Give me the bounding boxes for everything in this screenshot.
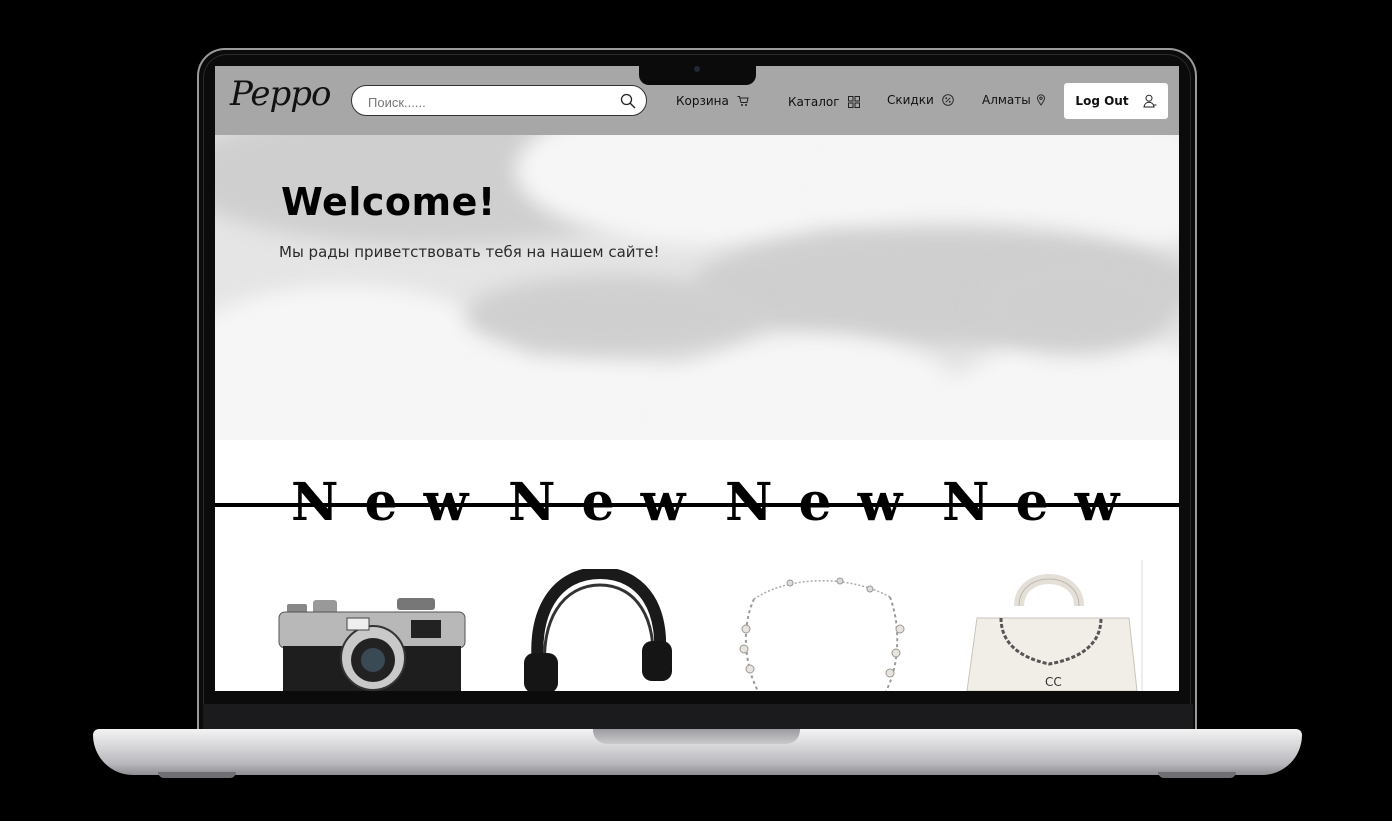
new-label: New xyxy=(725,472,929,533)
nav-cart-label: Корзина xyxy=(676,94,729,108)
handbag-icon: CC xyxy=(966,560,1143,691)
laptop-base-notch xyxy=(593,729,800,744)
new-arrivals-banner: New New New New xyxy=(215,440,1179,560)
location-pin-icon xyxy=(1036,94,1045,106)
logout-button[interactable]: Log Out xyxy=(1064,83,1168,119)
webcam-icon xyxy=(694,66,700,72)
nav-sale-label: Скидки xyxy=(887,93,934,107)
site-logo[interactable]: Peppo xyxy=(230,74,331,114)
headphones-icon xyxy=(524,566,672,691)
hero-banner: Welcome! Мы рады приветствовать тебя на … xyxy=(215,135,1179,440)
laptop-chin xyxy=(203,704,1193,732)
user-icon xyxy=(1142,94,1157,108)
camera-notch xyxy=(639,62,756,85)
search-icon[interactable] xyxy=(620,93,636,109)
necklace-icon xyxy=(739,577,905,691)
new-label: New xyxy=(942,472,1146,533)
nav-catalog[interactable]: Каталог xyxy=(788,95,860,109)
svg-text:CC: CC xyxy=(1045,675,1062,689)
cart-icon xyxy=(737,96,749,106)
product-card-headphones[interactable] xyxy=(518,566,674,691)
website-screen: Peppo Корзина Каталог xyxy=(215,66,1179,691)
search-input[interactable] xyxy=(366,92,610,112)
new-label: New xyxy=(291,472,495,533)
new-label: New xyxy=(508,472,712,533)
nav-catalog-label: Каталог xyxy=(788,95,840,109)
grid-icon xyxy=(847,96,860,108)
hero-title: Welcome! xyxy=(281,180,496,224)
camera-icon xyxy=(278,598,466,691)
product-card-necklace[interactable] xyxy=(730,569,920,691)
logout-label: Log Out xyxy=(1075,94,1129,108)
nav-city-label: Алматы xyxy=(982,93,1031,107)
nav-cart[interactable]: Корзина xyxy=(676,94,749,108)
hero-subtitle: Мы рады приветствовать тебя на нашем сай… xyxy=(279,243,660,261)
laptop-foot-right xyxy=(1158,772,1236,778)
discount-icon xyxy=(942,94,954,106)
nav-city[interactable]: Алматы xyxy=(982,93,1047,107)
product-card-handbag[interactable]: CC xyxy=(961,560,1143,691)
nav-sale[interactable]: Скидки xyxy=(887,93,954,107)
search-box[interactable] xyxy=(351,85,647,116)
laptop-foot-left xyxy=(158,772,236,778)
product-card-camera[interactable] xyxy=(277,590,467,691)
